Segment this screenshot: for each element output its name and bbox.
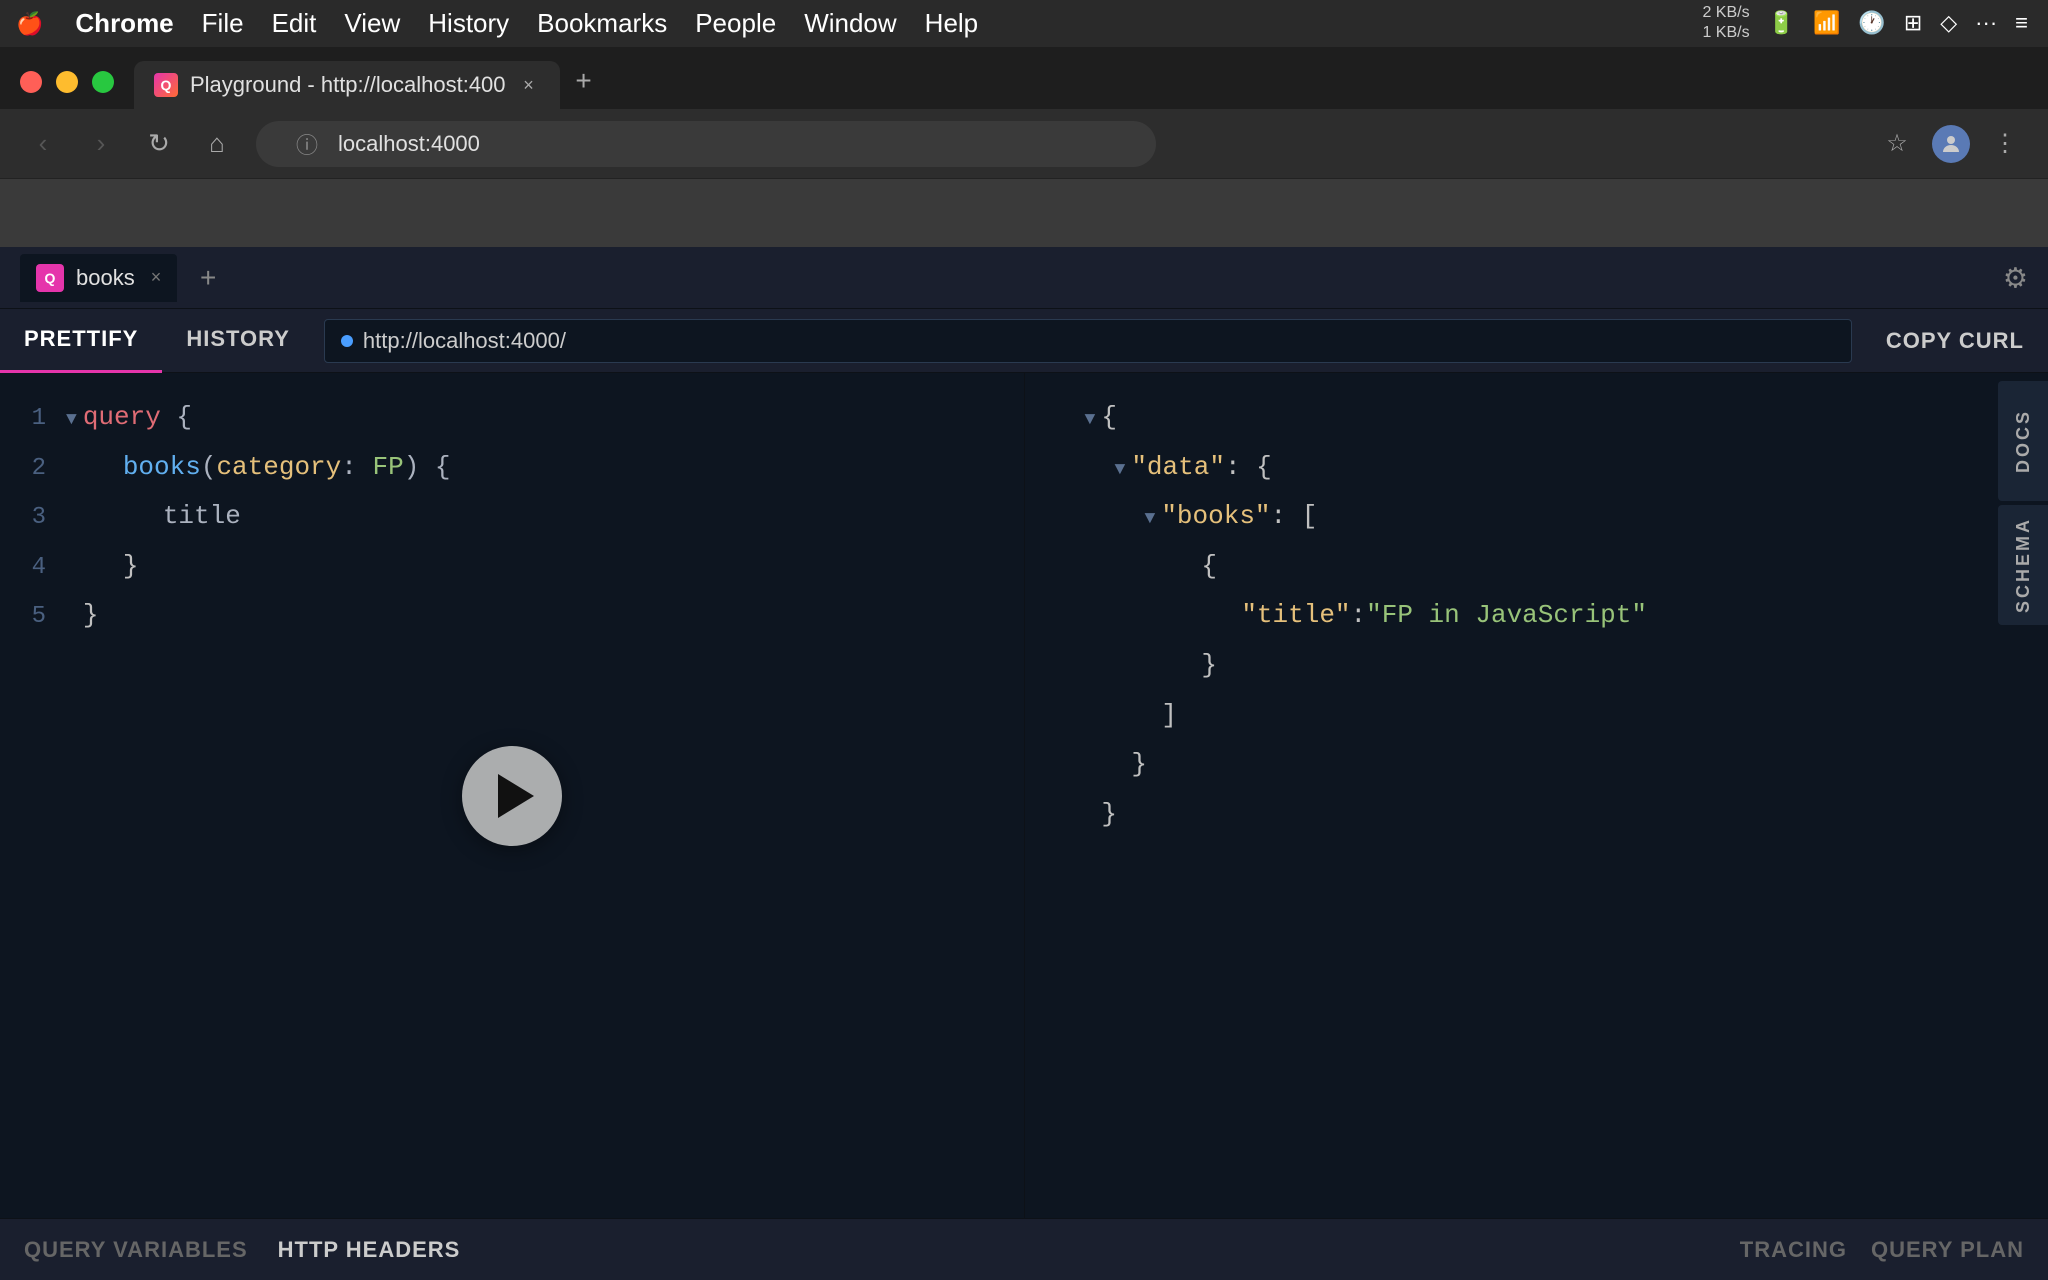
play-icon <box>498 774 534 818</box>
address-security-icon: ⓘ <box>296 128 318 160</box>
control-center-icon[interactable]: ⊞ <box>1904 11 1922 37</box>
address-input[interactable]: ⓘ localhost:4000 <box>256 121 1156 167</box>
new-tab-button[interactable]: + <box>564 61 604 101</box>
playground-tab-bar: Q books × + ⚙ <box>0 247 2048 309</box>
query-editor[interactable]: 1 ▼ query { 2 ▼ books(category: FP) { 3 … <box>0 373 1025 1218</box>
execute-query-button[interactable] <box>462 746 562 846</box>
bottom-bar: QUERY VARIABLES HTTP HEADERS TRACING QUE… <box>0 1218 2048 1280</box>
bookmark-button[interactable]: ☆ <box>1878 125 1916 163</box>
minimize-window-button[interactable] <box>56 71 78 93</box>
menubar: 🍎 Chrome File Edit View History Bookmark… <box>0 0 2048 47</box>
docs-panel-button[interactable]: DOCS <box>1998 381 2048 501</box>
reload-button[interactable]: ↻ <box>140 125 178 163</box>
history-button[interactable]: HISTORY <box>162 309 314 373</box>
browser-frame: Q Playground - http://localhost:400 × + … <box>0 47 2048 247</box>
clock-icon: 🕐 <box>1858 11 1885 37</box>
menubar-history[interactable]: History <box>428 8 509 39</box>
playground-tab-icon: Q <box>36 264 64 292</box>
tab-close-button[interactable]: × <box>518 74 540 96</box>
code-line-2: 2 ▼ books(category: FP) { <box>0 443 1024 493</box>
traffic-lights <box>10 71 134 109</box>
menubar-people[interactable]: People <box>695 8 776 39</box>
playground-tab-name: books <box>76 265 135 291</box>
browser-tab-active[interactable]: Q Playground - http://localhost:400 × <box>134 61 560 109</box>
response-line-1: ▼ { <box>1025 393 2048 443</box>
forward-button[interactable]: › <box>82 125 120 163</box>
menu-list-icon[interactable]: ≡ <box>2015 11 2028 37</box>
tab-favicon: Q <box>154 73 178 97</box>
apple-menu[interactable]: 🍎 <box>16 11 43 37</box>
response-line-9: ▼ } <box>1025 790 2048 840</box>
playground-tab-books[interactable]: Q books × <box>20 254 177 302</box>
query-plan-button[interactable]: QUERY PLAN <box>1871 1237 2024 1263</box>
response-line-2: ▼ "data": { <box>1025 443 2048 493</box>
address-bar-actions: ☆ ⋮ <box>1878 125 2024 163</box>
menubar-edit[interactable]: Edit <box>272 8 317 39</box>
response-line-8: ▼ } <box>1025 740 2048 790</box>
menubar-help[interactable]: Help <box>925 8 978 39</box>
schema-label: SCHEMA <box>2013 517 2034 613</box>
response-line-4: ▼ { <box>1025 542 2048 592</box>
menubar-bookmarks[interactable]: Bookmarks <box>537 8 667 39</box>
browser-gap <box>0 179 2048 247</box>
graphql-playground: Q books × + ⚙ PRETTIFY HISTORY http://lo… <box>0 247 2048 1280</box>
endpoint-url-text: http://localhost:4000/ <box>363 328 566 354</box>
code-line-5: 5 ▼ } <box>0 591 1024 641</box>
connection-status-dot <box>341 335 353 347</box>
http-headers-button[interactable]: HTTP HEADERS <box>278 1237 461 1263</box>
menubar-view[interactable]: View <box>344 8 400 39</box>
response-line-5: ▼ "title": "FP in JavaScript" <box>1025 591 2048 641</box>
response-line-3: ▼ "books": [ <box>1025 492 2048 542</box>
settings-icon[interactable]: ⚙ <box>2003 261 2028 294</box>
tab-title: Playground - http://localhost:400 <box>190 72 506 98</box>
fold-icon[interactable]: ▼ <box>1115 456 1126 485</box>
menubar-chrome[interactable]: Chrome <box>75 8 173 39</box>
wifi-icon: 📶 <box>1813 11 1840 37</box>
network-stats: 2 KB/s 1 KB/s <box>1702 3 1749 45</box>
side-panels: DOCS SCHEMA <box>1988 373 2048 1218</box>
response-panel: ▼ { ▼ "data": { ▼ "books": [ ▼ { ▼ "titl… <box>1025 373 2048 1218</box>
code-line-1: 1 ▼ query { <box>0 393 1024 443</box>
menubar-file[interactable]: File <box>202 8 244 39</box>
home-button[interactable]: ⌂ <box>198 125 236 163</box>
fold-arrow-1[interactable]: ▼ <box>66 406 77 435</box>
tab-bar: Q Playground - http://localhost:400 × + <box>0 47 2048 109</box>
schema-panel-button[interactable]: SCHEMA <box>1998 505 2048 625</box>
code-line-3: 3 ▼ title <box>0 492 1024 542</box>
playground-toolbar: PRETTIFY HISTORY http://localhost:4000/ … <box>0 309 2048 373</box>
tracing-button[interactable]: TRACING <box>1740 1237 1847 1263</box>
bottom-right-buttons: TRACING QUERY PLAN <box>1740 1237 2024 1263</box>
chrome-menu-button[interactable]: ⋮ <box>1986 125 2024 163</box>
playground-add-tab-button[interactable]: + <box>187 257 229 299</box>
siri-icon[interactable]: ◇ <box>1940 11 1957 37</box>
address-text: localhost:4000 <box>338 131 480 157</box>
response-line-7: ▼ ] <box>1025 691 2048 741</box>
menubar-window[interactable]: Window <box>804 8 896 39</box>
address-bar: ‹ › ↻ ⌂ ⓘ localhost:4000 ☆ ⋮ <box>0 109 2048 179</box>
profile-button[interactable] <box>1932 125 1970 163</box>
menubar-status-area: 2 KB/s 1 KB/s 🔋 📶 🕐 ⊞ ◇ ··· ≡ <box>1702 3 2028 45</box>
response-line-6: ▼ } <box>1025 641 2048 691</box>
query-variables-button[interactable]: QUERY VARIABLES <box>24 1237 248 1263</box>
battery-icon: 🔋 <box>1768 11 1795 37</box>
docs-label: DOCS <box>2013 409 2034 473</box>
endpoint-url-bar[interactable]: http://localhost:4000/ <box>324 319 1852 363</box>
menu-extras[interactable]: ··· <box>1975 11 1997 37</box>
fold-icon[interactable]: ▼ <box>1145 505 1156 534</box>
back-button[interactable]: ‹ <box>24 125 62 163</box>
copy-curl-button[interactable]: COPY CURL <box>1862 309 2048 373</box>
prettify-button[interactable]: PRETTIFY <box>0 309 162 373</box>
code-line-4: 4 ▼ } <box>0 542 1024 592</box>
fold-icon[interactable]: ▼ <box>1085 406 1096 435</box>
close-window-button[interactable] <box>20 71 42 93</box>
editor-area: 1 ▼ query { 2 ▼ books(category: FP) { 3 … <box>0 373 2048 1218</box>
playground-tab-close[interactable]: × <box>151 267 162 288</box>
maximize-window-button[interactable] <box>92 71 114 93</box>
